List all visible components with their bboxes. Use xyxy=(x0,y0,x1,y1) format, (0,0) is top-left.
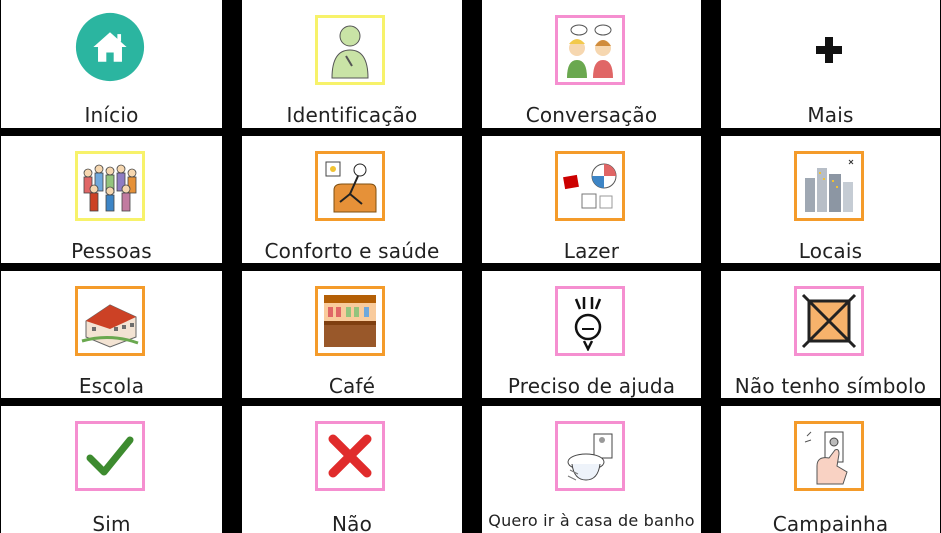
help-hands-icon xyxy=(554,286,625,356)
tile-label: Conversação xyxy=(525,103,658,127)
armchair-person-icon xyxy=(315,151,385,221)
tile-label: Locais xyxy=(798,239,863,263)
cafe-icon xyxy=(315,286,385,356)
tile-pessoas[interactable]: Pessoas xyxy=(1,136,222,263)
conversation-icon xyxy=(554,15,625,85)
tile-cafe[interactable]: Café xyxy=(242,271,462,398)
tile-inicio[interactable]: Início xyxy=(1,0,222,128)
plus-icon xyxy=(793,15,864,85)
tile-escola[interactable]: Escola xyxy=(1,271,222,398)
tile-label: Lazer xyxy=(563,239,620,263)
person-icon xyxy=(315,15,385,85)
tile-label: Mais xyxy=(807,103,854,127)
leisure-icon xyxy=(554,151,625,221)
tile-conforto-saude[interactable]: Conforto e saúde xyxy=(242,136,462,263)
tile-preciso-de-ajuda[interactable]: Preciso de ajuda xyxy=(482,271,701,398)
doorbell-icon xyxy=(793,421,864,491)
tile-label: Sim xyxy=(92,512,131,533)
tile-quero-ir-casa-de-banho[interactable]: Quero ir à casa de banho xyxy=(482,406,701,533)
tile-nao-tenho-simbolo[interactable]: Não tenho símbolo xyxy=(721,271,940,398)
checkmark-icon xyxy=(74,421,145,491)
tile-locais[interactable]: Locais xyxy=(721,136,940,263)
tile-label: Escola xyxy=(78,374,145,398)
tile-label: Preciso de ajuda xyxy=(507,374,676,398)
toilet-icon xyxy=(554,421,625,491)
communication-board: Início Identificação Conversação Mais Pe… xyxy=(0,0,941,533)
cross-icon xyxy=(315,421,385,491)
tile-label: Conforto e saúde xyxy=(264,239,440,263)
tile-mais[interactable]: Mais xyxy=(721,0,940,128)
tile-label: Não tenho símbolo xyxy=(734,374,927,398)
tile-label: Pessoas xyxy=(71,239,152,263)
tile-label: Quero ir à casa de banho xyxy=(488,511,695,530)
tile-label: Identificação xyxy=(286,103,418,127)
tile-label: Café xyxy=(328,374,376,398)
tile-label: Início xyxy=(84,103,139,127)
school-icon xyxy=(74,286,145,356)
tile-identificacao[interactable]: Identificação xyxy=(242,0,462,128)
city-icon xyxy=(793,151,864,221)
tile-label: Não xyxy=(331,512,373,533)
people-icon xyxy=(74,151,145,221)
tile-nao[interactable]: Não xyxy=(242,406,462,533)
home-icon xyxy=(74,12,145,82)
tile-sim[interactable]: Sim xyxy=(1,406,222,533)
no-symbol-icon xyxy=(793,286,864,356)
tile-lazer[interactable]: Lazer xyxy=(482,136,701,263)
tile-conversacao[interactable]: Conversação xyxy=(482,0,701,128)
tile-label: Campainha xyxy=(772,512,889,533)
tile-campainha[interactable]: Campainha xyxy=(721,406,940,533)
